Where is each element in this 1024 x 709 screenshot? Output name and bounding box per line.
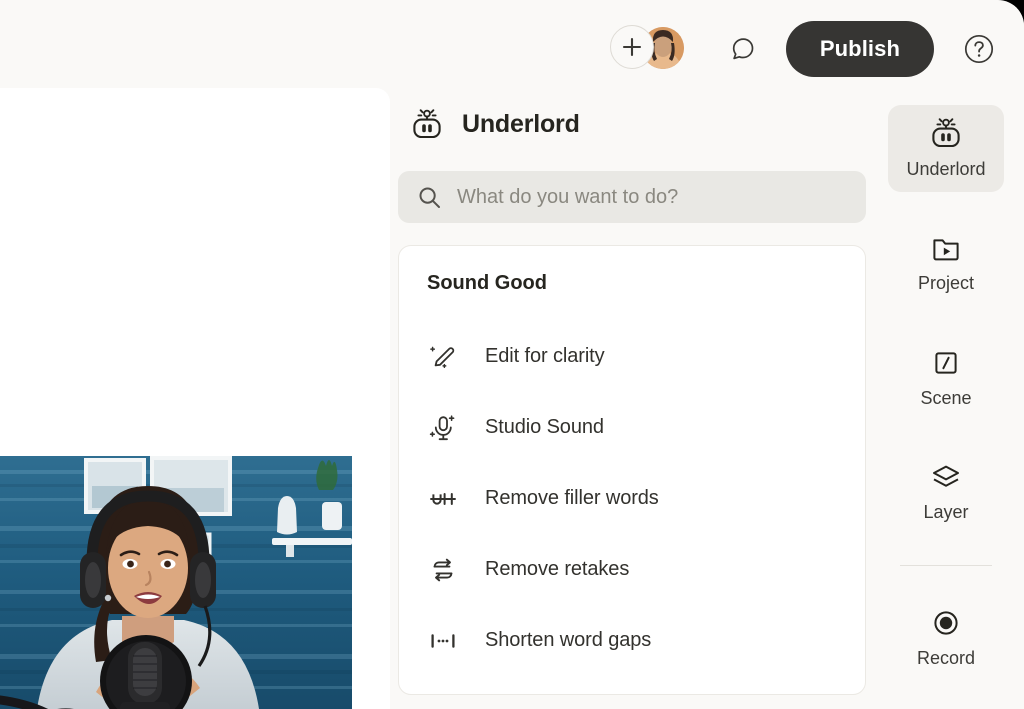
underlord-robot-icon (410, 107, 444, 141)
swap-arrows-icon (427, 554, 459, 586)
sidebar-item-label: Underlord (906, 159, 985, 180)
sidebar-item-record[interactable]: Record (888, 594, 1004, 681)
top-bar: Publish (0, 5, 1024, 93)
search-input[interactable] (457, 186, 846, 209)
menu-item-edit-for-clarity[interactable]: Edit for clarity (399, 321, 865, 392)
speech-bubble-icon (729, 35, 757, 63)
help-button[interactable] (956, 26, 1002, 72)
menu-item-label: Studio Sound (485, 416, 604, 439)
underlord-panel: Underlord Sound Good Edit for clarity (398, 93, 868, 709)
word-gap-icon (427, 625, 459, 657)
sidebar-item-label: Project (918, 273, 974, 294)
canvas-panel (0, 88, 390, 709)
page-title: Underlord (462, 110, 580, 139)
magic-pencil-icon (427, 341, 459, 373)
menu-item-label: Remove retakes (485, 558, 629, 581)
record-circle-icon (930, 607, 962, 639)
sidebar-item-layer[interactable]: Layer (888, 449, 1004, 536)
menu-item-label: Remove filler words (485, 487, 659, 510)
add-collaborator-button[interactable] (610, 25, 654, 69)
suggestions-card: Sound Good Edit for clarity (398, 245, 866, 695)
menu-item-studio-sound[interactable]: Studio Sound (399, 392, 865, 463)
strikethrough-uh-icon (427, 483, 459, 515)
question-mark-icon (963, 33, 995, 65)
menu-item-remove-filler-words[interactable]: Remove filler words (399, 463, 865, 534)
menu-item-label: Shorten word gaps (485, 629, 651, 652)
search-icon (418, 186, 441, 209)
slash-square-icon (930, 347, 962, 379)
sidebar-divider (900, 565, 992, 566)
podcast-video-frame (0, 456, 352, 709)
sidebar-item-label: Layer (923, 502, 968, 523)
sidebar-item-underlord[interactable]: Underlord (888, 105, 1004, 192)
microphone-sparkle-icon (427, 412, 459, 444)
menu-item-remove-retakes[interactable]: Remove retakes (399, 534, 865, 605)
panel-header: Underlord (398, 93, 868, 155)
layers-icon (930, 461, 962, 493)
underlord-robot-icon (929, 116, 963, 150)
search-bar[interactable] (398, 171, 866, 223)
app-window: Publish (0, 0, 1024, 709)
sidebar-item-project[interactable]: Project (888, 220, 1004, 307)
menu-item-label: Edit for clarity (485, 345, 605, 368)
sidebar-item-label: Scene (920, 388, 971, 409)
right-sidebar: Underlord Project Scene Layer (868, 93, 1024, 709)
comments-button[interactable] (720, 26, 766, 72)
menu-item-shorten-word-gaps[interactable]: Shorten word gaps (399, 605, 865, 676)
folder-play-icon (930, 232, 962, 264)
publish-button[interactable]: Publish (786, 21, 934, 77)
sidebar-item-label: Record (917, 648, 975, 669)
collaborators-group (610, 25, 690, 73)
video-preview[interactable] (0, 456, 352, 709)
plus-icon (620, 35, 644, 59)
suggestion-group-title: Sound Good (399, 272, 865, 295)
sidebar-item-scene[interactable]: Scene (888, 334, 1004, 421)
